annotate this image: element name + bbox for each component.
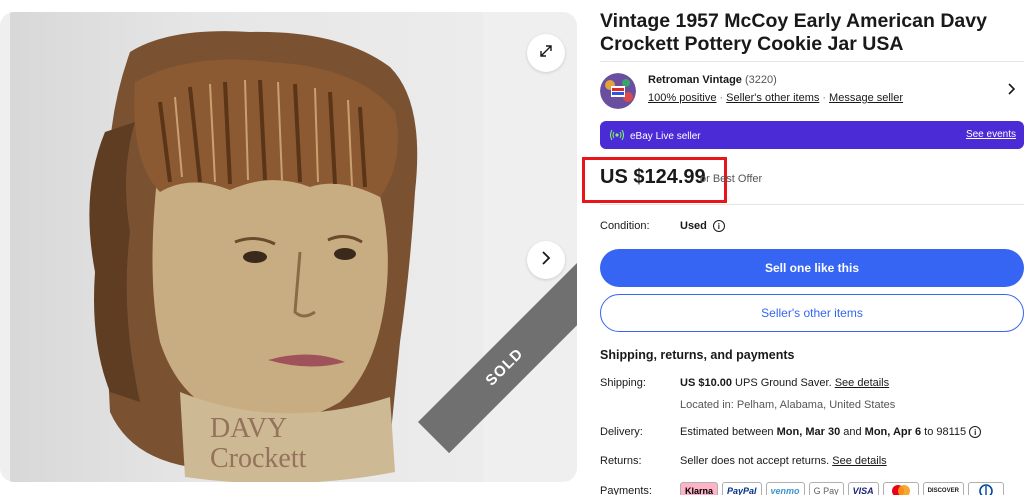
expand-icon bbox=[538, 43, 554, 64]
visa-logo: VISA bbox=[847, 482, 879, 495]
returns-see-details-link[interactable]: See details bbox=[832, 455, 886, 467]
seller-other-items-link[interactable]: Seller's other items bbox=[726, 92, 819, 104]
paypal-logo: PayPal bbox=[722, 482, 762, 495]
delivery-pre: Estimated between bbox=[680, 426, 777, 438]
feedback-count: (3220) bbox=[745, 74, 777, 86]
live-seller-label: eBay Live seller bbox=[630, 131, 701, 142]
discover-logo: DISCOVER bbox=[922, 482, 964, 495]
chevron-right-icon bbox=[540, 250, 552, 270]
next-image-button[interactable] bbox=[527, 241, 565, 279]
expand-button[interactable] bbox=[527, 34, 565, 72]
chevron-right-icon[interactable] bbox=[1008, 82, 1016, 98]
google-pay-logo: G Pay bbox=[808, 482, 844, 495]
sellers-other-items-button[interactable]: Seller's other items bbox=[600, 294, 1024, 332]
product-photo[interactable]: DAVY Crockett bbox=[10, 12, 483, 482]
delivery-end: Mon, Apr 6 bbox=[864, 426, 922, 438]
cookie-jar-image: DAVY Crockett bbox=[89, 31, 418, 482]
klarna-logo: Klarna bbox=[680, 482, 719, 495]
divider bbox=[600, 61, 1024, 62]
price: US $124.99 bbox=[600, 166, 706, 188]
returns-label: Returns: bbox=[600, 455, 642, 467]
best-offer-label: or Best Offer bbox=[700, 173, 763, 185]
info-icon[interactable]: i bbox=[969, 426, 982, 439]
see-events-link[interactable]: See events bbox=[966, 129, 1016, 140]
item-location: Located in: Pelham, Alabama, United Stat… bbox=[680, 399, 896, 411]
live-broadcast-icon bbox=[609, 129, 625, 144]
venmo-logo: venmo bbox=[765, 482, 805, 495]
seller-name-text: Retroman Vintage bbox=[648, 74, 742, 86]
positive-feedback-link[interactable]: 100% positive bbox=[648, 92, 717, 104]
condition-value-text: Used bbox=[680, 220, 707, 232]
shipping-label: Shipping: bbox=[600, 377, 646, 389]
divider bbox=[600, 204, 1024, 205]
payments-label: Payments: bbox=[600, 485, 652, 495]
payment-methods: Klarna PayPal venmo G Pay VISA DISCOVER bbox=[680, 482, 1004, 495]
live-label-group: eBay Live seller bbox=[609, 129, 701, 144]
ebay-live-banner: eBay Live seller See events bbox=[600, 121, 1024, 149]
delivery-value: Estimated between Mon, Mar 30 and Mon, A… bbox=[680, 426, 982, 439]
image-gallery: DAVY Crockett SOLD bbox=[0, 12, 577, 482]
jar-text-top: DAVY bbox=[210, 413, 287, 444]
condition-label: Condition: bbox=[600, 220, 650, 232]
mastercard-logo bbox=[882, 482, 919, 495]
delivery-start: Mon, Mar 30 bbox=[776, 426, 841, 438]
shipping-cost: US $10.00 bbox=[680, 377, 732, 389]
message-seller-link[interactable]: Message seller bbox=[829, 92, 903, 104]
price-row: US $124.99 or Best Offer bbox=[582, 157, 1024, 204]
listing-details: Vintage 1957 McCoy Early American Davy C… bbox=[582, 0, 1024, 495]
delivery-mid: and bbox=[840, 426, 865, 438]
seller-card[interactable]: Retroman Vintage (3220) 100% positive · Se… bbox=[600, 70, 1024, 114]
listing-title: Vintage 1957 McCoy Early American Davy C… bbox=[600, 10, 987, 55]
info-icon[interactable]: i bbox=[712, 220, 725, 232]
delivery-label: Delivery: bbox=[600, 426, 643, 438]
returns-value: Seller does not accept returns. See deta… bbox=[680, 455, 887, 467]
seller-avatar[interactable] bbox=[600, 73, 636, 109]
returns-text: Seller does not accept returns. bbox=[680, 455, 833, 467]
diners-club-logo bbox=[967, 482, 1004, 495]
delivery-zip: to 98115 bbox=[921, 426, 967, 438]
shipping-value: US $10.00 UPS Ground Saver. See details bbox=[680, 377, 889, 389]
sold-label: SOLD bbox=[482, 344, 527, 390]
sell-one-like-this-button[interactable]: Sell one like this bbox=[600, 249, 1024, 287]
shipping-see-details-link[interactable]: See details bbox=[835, 377, 889, 389]
seller-links: 100% positive · Seller's other items · Messa… bbox=[648, 92, 904, 104]
seller-name[interactable]: Retroman Vintage (3220) bbox=[648, 74, 777, 86]
shipping-method: UPS Ground Saver. bbox=[731, 377, 835, 389]
jar-text-bottom: Crockett bbox=[210, 443, 307, 474]
shipping-heading: Shipping, returns, and payments bbox=[600, 348, 795, 362]
condition-value: Used i bbox=[680, 220, 725, 232]
